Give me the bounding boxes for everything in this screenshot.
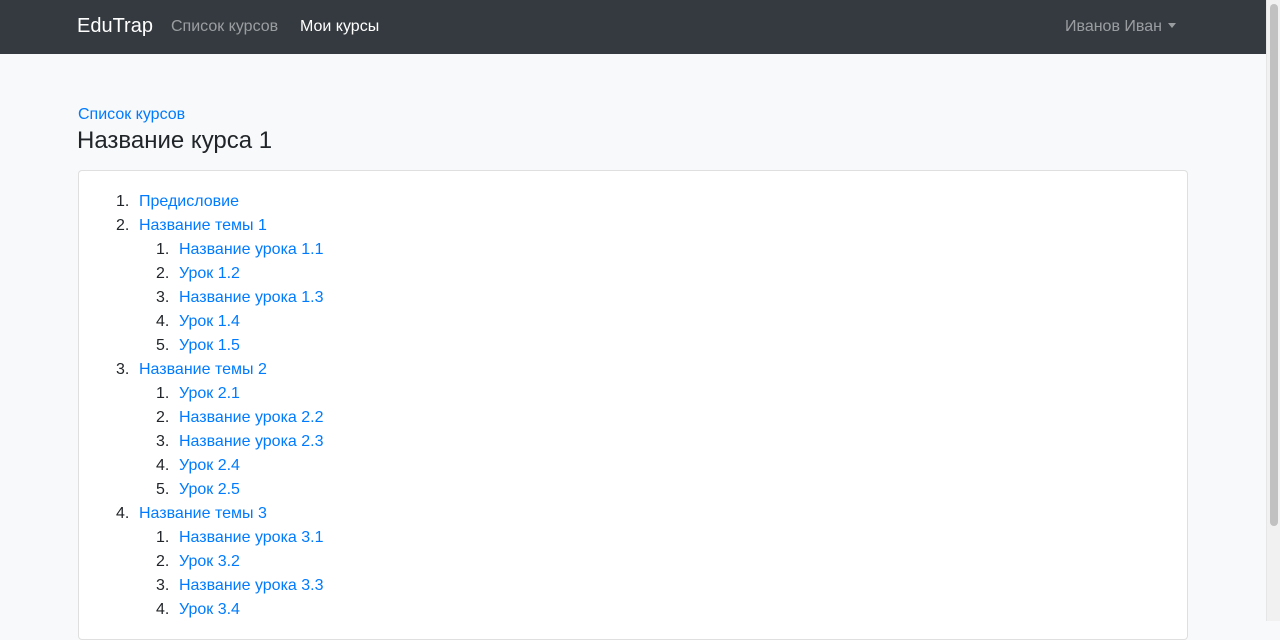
lesson-link[interactable]: Урок 1.5 (179, 337, 240, 354)
topic-item: 4. Название темы 3 (116, 504, 267, 524)
lesson-link[interactable]: Название урока 3.1 (179, 529, 324, 546)
topic-item: 3. Название темы 2 (116, 360, 267, 380)
item-number: 5. (156, 337, 170, 354)
item-number: 1. (156, 385, 170, 402)
breadcrumb-course-list[interactable]: Список курсов (78, 105, 185, 125)
item-number: 4. (156, 457, 170, 474)
lesson-item: 5. Урок 1.5 (156, 336, 240, 356)
scrollbar-thumb[interactable] (1270, 4, 1278, 526)
nav-course-list[interactable]: Список курсов (171, 17, 278, 37)
lesson-link[interactable]: Название урока 1.3 (179, 289, 324, 306)
item-number: 2. (116, 217, 130, 234)
page-scrollbar[interactable] (1266, 0, 1280, 621)
item-number: 2. (156, 265, 170, 282)
topic-link[interactable]: Название темы 2 (139, 361, 267, 378)
lesson-link[interactable]: Название урока 2.2 (179, 409, 324, 426)
item-number: 4. (156, 601, 170, 618)
item-number: 4. (156, 313, 170, 330)
lesson-link[interactable]: Название урока 2.3 (179, 433, 324, 450)
topic-item: 1. Предисловие (116, 192, 239, 212)
lesson-link[interactable]: Урок 2.1 (179, 385, 240, 402)
item-number: 5. (156, 481, 170, 498)
lesson-item: 2. Урок 3.2 (156, 552, 240, 572)
lesson-link[interactable]: Урок 3.4 (179, 601, 240, 618)
lesson-item: 2. Название урока 2.2 (156, 408, 324, 428)
lesson-link[interactable]: Урок 2.5 (179, 481, 240, 498)
item-number: 1. (156, 529, 170, 546)
lesson-link[interactable]: Название урока 3.3 (179, 577, 324, 594)
lesson-item: 3. Название урока 2.3 (156, 432, 324, 452)
chevron-down-icon (1167, 23, 1176, 28)
lesson-item: 4. Урок 2.4 (156, 456, 240, 476)
lesson-item: 1. Название урока 3.1 (156, 528, 324, 548)
topic-link[interactable]: Название темы 3 (139, 505, 267, 522)
item-number: 2. (156, 553, 170, 570)
lesson-item: 3. Название урока 1.3 (156, 288, 324, 308)
item-number: 1. (116, 193, 130, 210)
item-number: 1. (156, 241, 170, 258)
item-number: 3. (116, 361, 130, 378)
item-number: 2. (156, 409, 170, 426)
lesson-item: 1. Название урока 1.1 (156, 240, 324, 260)
page-title: Название курса 1 (77, 127, 273, 154)
item-number: 4. (116, 505, 130, 522)
lesson-link[interactable]: Урок 3.2 (179, 553, 240, 570)
lesson-item: 2. Урок 1.2 (156, 264, 240, 284)
lesson-item: 5. Урок 2.5 (156, 480, 240, 500)
topic-link[interactable]: Название темы 1 (139, 217, 267, 234)
topic-link[interactable]: Предисловие (139, 193, 239, 210)
lesson-link[interactable]: Название урока 1.1 (179, 241, 324, 258)
user-name: Иванов Иван (1065, 18, 1162, 35)
item-number: 3. (156, 577, 170, 594)
item-number: 3. (156, 433, 170, 450)
item-number: 3. (156, 289, 170, 306)
lesson-item: 3. Название урока 3.3 (156, 576, 324, 596)
nav-my-courses[interactable]: Мои курсы (300, 17, 379, 37)
lesson-item: 4. Урок 3.4 (156, 600, 240, 620)
top-navbar: EduTrap Список курсов Мои курсы Иванов И… (0, 0, 1266, 54)
user-menu-dropdown[interactable]: Иванов Иван (1065, 17, 1176, 37)
lesson-link[interactable]: Урок 1.4 (179, 313, 240, 330)
topic-item: 2. Название темы 1 (116, 216, 267, 236)
lesson-link[interactable]: Урок 1.2 (179, 265, 240, 282)
brand-logo[interactable]: EduTrap (77, 14, 153, 38)
lesson-link[interactable]: Урок 2.4 (179, 457, 240, 474)
lesson-item: 1. Урок 2.1 (156, 384, 240, 404)
course-toc-card: 1. Предисловие 2. Название темы 1 1. Название… (78, 170, 1188, 640)
lesson-item: 4. Урок 1.4 (156, 312, 240, 332)
